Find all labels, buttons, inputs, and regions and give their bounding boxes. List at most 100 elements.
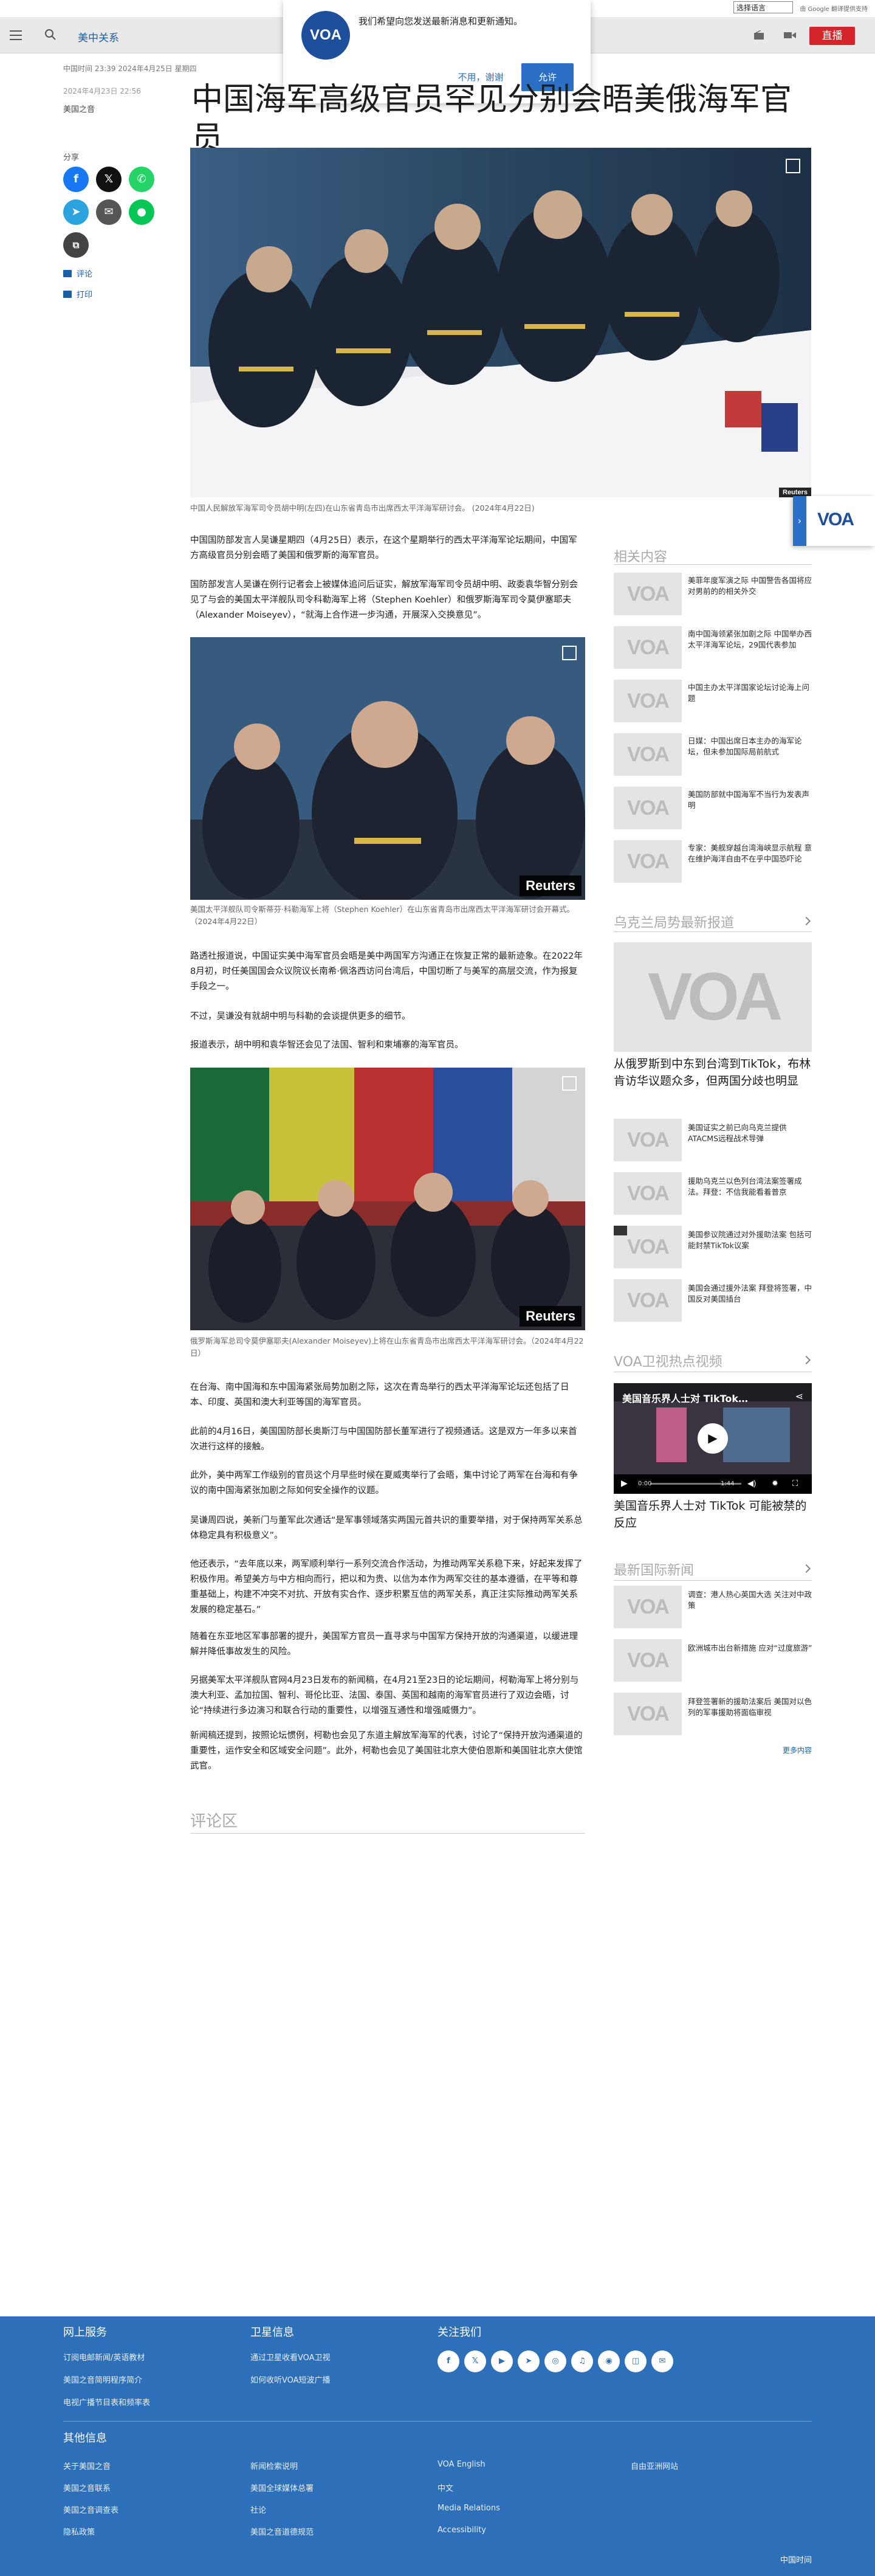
video-caption[interactable]: 美国音乐界人士对 TikTok 可能被禁的反应 [614,1497,812,1531]
related-item[interactable]: 专家：美舰穿越台湾海峡显示航程 意在维护海洋自由不在乎中国恐吓论 [688,843,812,865]
ukraine-feature-image[interactable]: VOA [614,942,812,1052]
footer-link[interactable]: 自由亚洲网站 [631,2460,678,2471]
related-item[interactable]: 中国主办太平洋国家论坛讨论海上问题 [688,682,812,704]
comment-link[interactable]: 评论 [63,268,92,279]
x-icon[interactable]: 𝕏 [464,2350,486,2372]
ukraine-thumb[interactable]: VOA [614,1279,682,1322]
menu-icon[interactable] [10,30,22,40]
related-thumb[interactable]: VOA [614,626,682,669]
video-heading[interactable]: VOA卫视热点视频 [614,1351,722,1370]
expand-icon[interactable] [562,646,577,660]
expand-icon[interactable] [786,159,800,173]
related-item[interactable]: 南中国海领紧张加剧之际 中国举办西太平洋海军论坛，29国代表参加 [688,629,812,651]
whatsapp-share-icon[interactable]: ✆ [129,167,154,192]
rss-icon[interactable]: ◉ [598,2350,620,2372]
reuters-badge: Reuters [520,875,582,896]
ukraine-item[interactable]: 美国参议院通过对外援助法案 包括可能封禁TikTok议案 [688,1229,812,1251]
chevron-right-icon[interactable] [801,916,811,926]
email-share-icon[interactable]: ✉ [96,199,122,225]
related-thumb[interactable]: VOA [614,787,682,829]
search-icon[interactable] [44,28,57,41]
ukraine-thumb[interactable]: VOA [614,1119,682,1161]
footer-link[interactable]: 如何收听VOA短波广播 [250,2374,331,2385]
related-thumb[interactable]: VOA [614,680,682,722]
intl-item[interactable]: 拜登签署新的援助法案后 美国对以色列的军事援助将面临审视 [688,1696,812,1718]
footer-link[interactable]: 电视广播节目表和频率表 [63,2396,150,2408]
related-thumb[interactable]: VOA [614,733,682,776]
footer-link[interactable]: VOA English [437,2460,486,2469]
footer-heading: 关注我们 [437,2326,481,2339]
radio-icon[interactable] [753,30,764,40]
footer-link[interactable]: 通过卫星收看VOA卫视 [250,2351,331,2363]
more-content-link[interactable]: 更多内容 [783,1745,812,1755]
related-thumb[interactable]: VOA [614,573,682,615]
youtube-icon[interactable]: ▶ [491,2350,513,2372]
telegram-icon[interactable]: ➤ [518,2350,540,2372]
play-icon[interactable]: ▶ [698,1423,728,1454]
footer-link[interactable]: 新闻检索说明 [250,2460,298,2471]
divider [614,564,812,565]
language-select[interactable]: 选择语言 [733,1,793,13]
x-share-icon[interactable]: 𝕏 [96,167,122,192]
article-image-2[interactable]: Reuters [190,637,585,900]
line-share-icon[interactable]: ● [129,199,154,225]
video-icon[interactable] [784,30,796,40]
intl-item[interactable]: 调查：港人热心英国大选 关注对中政策 [688,1589,812,1611]
video-overlay-title: 美国音乐界人士对 TikTok… [622,1393,749,1404]
footer-link[interactable]: 关于美国之音 [63,2460,111,2471]
chevron-right-icon[interactable] [801,1355,811,1365]
intl-item[interactable]: 欧洲城市出台新措施 应对“过度旅游” [688,1643,812,1654]
ukraine-thumb[interactable]: VOA [614,1172,682,1215]
footer-link[interactable]: Media Relations [437,2504,500,2513]
section-link[interactable]: 美中关系 [78,29,119,44]
ukraine-feature-title[interactable]: 从俄罗斯到中东到台湾到TikTok，布林肯访华议题众多，但两国分歧也明显 [614,1055,812,1089]
article-image-3[interactable]: Reuters [190,1068,585,1330]
ukraine-thumb[interactable]: VOA [614,1226,682,1268]
ukraine-heading[interactable]: 乌克兰局势最新报道 [614,912,734,931]
footer-link[interactable]: 美国之音联系 [63,2482,111,2493]
settings-icon[interactable]: ✹ [772,1479,778,1488]
hero-image[interactable]: Reuters [190,148,811,497]
live-button[interactable]: 直播 [809,27,855,45]
intl-heading[interactable]: 最新国际新闻 [614,1559,694,1579]
play-small-icon[interactable]: ▶ [621,1478,628,1488]
expand-icon[interactable] [562,1076,577,1091]
footer-link[interactable]: 隐私政策 [63,2526,95,2537]
volume-icon[interactable]: ◀) [747,1479,756,1488]
ukraine-item[interactable]: 援助乌克兰以色列台湾法案签署成法。拜登：不信我能看着普京 [688,1176,812,1198]
share-icon[interactable]: ⋖ [795,1390,803,1403]
footer-link[interactable]: 美国全球媒体总署 [250,2482,314,2493]
footer-link[interactable]: 中文 [437,2482,453,2493]
expand-arrow-icon[interactable]: › [793,496,806,546]
footer-link[interactable]: 美国之音调查表 [63,2504,118,2515]
related-item[interactable]: 美国防部就中国海军不当行为发表声明 [688,789,812,811]
email-icon[interactable]: ✉ [651,2350,673,2372]
related-item[interactable]: 美菲年度军演之际 中国警告各国将应对男前的的相关外交 [688,575,812,597]
telegram-share-icon[interactable]: ➤ [63,199,89,225]
footer-link[interactable]: 订阅电邮新闻/英语教材 [63,2351,145,2363]
app-icon[interactable]: ◫ [625,2350,647,2372]
ukraine-item[interactable]: 美国会通过援外法案 拜登将签署，中国反对美国插台 [688,1283,812,1305]
intl-thumb[interactable]: VOA [614,1586,682,1628]
footer-link[interactable]: 美国之音道德规范 [250,2526,314,2537]
footer-heading: 网上服务 [63,2326,107,2339]
chevron-right-icon[interactable] [801,1564,811,1573]
related-thumb[interactable]: VOA [614,840,682,883]
instagram-icon[interactable]: ◎ [544,2350,566,2372]
translate-powered-text[interactable]: 由 Google 翻译提供支持 [800,4,868,13]
copy-link-icon[interactable]: ⧉ [63,232,89,258]
fullscreen-icon[interactable]: ⛶ [792,1479,798,1488]
footer-link[interactable]: Accessibility [437,2526,486,2535]
intl-thumb[interactable]: VOA [614,1693,682,1735]
footer-link[interactable]: 社论 [250,2504,266,2515]
voa-side-tab[interactable]: › VOA [793,496,875,546]
facebook-icon[interactable]: f [437,2350,459,2372]
related-item[interactable]: 日媒：中国出席日本主办的海军论坛，但未参加国际局前航式 [688,736,812,758]
footer-link[interactable]: 美国之音简明程序简介 [63,2374,142,2385]
facebook-share-icon[interactable]: f [63,167,89,192]
ukraine-item[interactable]: 美国证实之前已向乌克兰提供ATACMS远程战术导弹 [688,1122,812,1144]
intl-thumb[interactable]: VOA [614,1639,682,1682]
podcast-icon[interactable]: ♫ [571,2350,593,2372]
video-player[interactable]: 美国音乐界人士对 TikTok… ⋖ ▶ ▶ 0:00 1:44 ◀) ✹ ⛶ [614,1383,812,1494]
print-link[interactable]: 打印 [63,288,92,300]
